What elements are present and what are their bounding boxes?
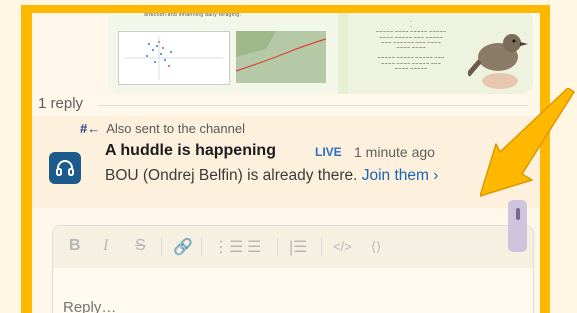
toolbar-divider: [277, 238, 278, 256]
preview-caption: direction and inflanning daily foraging.: [144, 13, 241, 18]
also-sent-label: Also sent to the channel: [106, 121, 245, 136]
reply-composer[interactable]: B I S 🔗 ⋮☰ ☰ |☰ </> ⟨⟩: [52, 225, 534, 313]
italic-icon[interactable]: I: [103, 237, 108, 255]
chevron-right-icon: ›: [433, 167, 439, 184]
huddle-title: A huddle is happening: [105, 142, 276, 159]
huddle-avatar[interactable]: [49, 152, 81, 184]
link-icon[interactable]: 🔗: [173, 237, 193, 257]
image-preview[interactable]: direction and inflanning daily foraging.: [108, 13, 533, 94]
scroll-grip: [516, 208, 520, 220]
also-sent-note: #← Also sent to the channel: [80, 121, 245, 136]
preview-figures: direction and inflanning daily foraging.: [108, 13, 338, 94]
bold-icon[interactable]: B: [69, 237, 81, 255]
code-block-icon[interactable]: ⟨⟩: [371, 239, 381, 255]
live-badge: LIVE: [315, 145, 342, 159]
join-link-label: Join them: [361, 167, 429, 184]
message-body-text: BOU (Ondrej Belfin) is already there.: [105, 167, 358, 184]
toolbar-divider: [201, 238, 202, 256]
reply-divider: 1 reply: [32, 95, 540, 115]
toolbar-divider: [321, 238, 322, 256]
bird-photo-icon: [468, 34, 528, 89]
join-them-link[interactable]: Join them ›: [362, 167, 439, 184]
preview-poster: - - ~~~~~ ~~~~ ~~~~~ ~~~~~ ~~~~ ~~~~~ ~~~ ~…: [348, 13, 533, 94]
channel-sent-icon: #←: [80, 121, 101, 136]
huddle-message[interactable]: #← Also sent to the channel A huddle is h…: [32, 116, 540, 208]
toolbar-divider: [161, 238, 162, 256]
preview-poster-text: - - ~~~~~ ~~~~ ~~~~~ ~~~~~ ~~~~ ~~~~~ ~~~ ~…: [375, 19, 447, 71]
pointer-arrow-icon: [480, 88, 575, 197]
blockquote-icon[interactable]: |☰: [289, 237, 308, 257]
scrollbar-thumb[interactable]: [508, 200, 527, 252]
code-icon[interactable]: </>: [333, 239, 352, 254]
headphones-icon: [56, 160, 74, 176]
formatting-toolbar: B I S 🔗 ⋮☰ ☰ |☰ </> ⟨⟩: [53, 226, 533, 268]
preview-plot: [118, 31, 230, 85]
numbered-list-icon[interactable]: ⋮☰: [213, 237, 243, 257]
bulleted-list-icon[interactable]: ☰: [247, 237, 261, 257]
reply-input[interactable]: [63, 299, 363, 313]
strikethrough-icon[interactable]: S: [135, 237, 146, 255]
thread-panel: direction and inflanning daily foraging.: [32, 13, 540, 313]
divider-line: [98, 105, 528, 106]
message-timestamp[interactable]: 1 minute ago: [354, 144, 435, 160]
message-body: BOU (Ondrej Belfin) is already there. Jo…: [105, 167, 438, 185]
preview-map: [235, 31, 327, 83]
reply-count: 1 reply: [38, 95, 84, 112]
